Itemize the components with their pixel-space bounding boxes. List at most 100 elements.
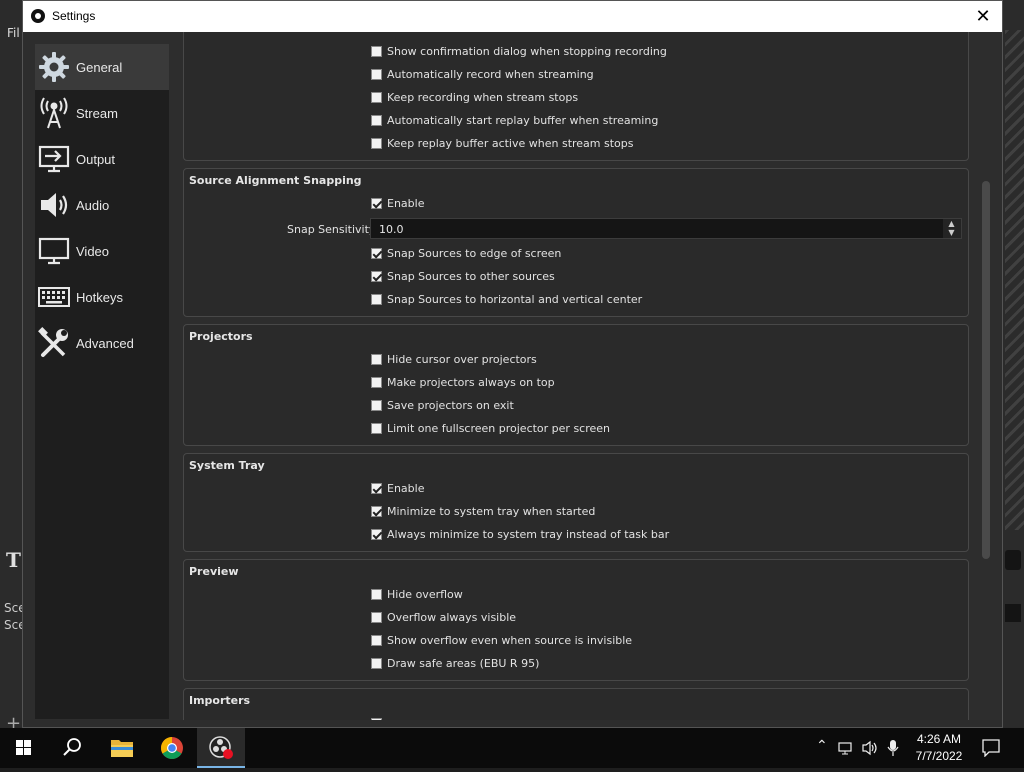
sidebar-item-label: General	[76, 60, 123, 75]
obs-logo-icon	[31, 9, 45, 23]
sidebar-item-output[interactable]: Output	[35, 136, 169, 182]
chrome-button[interactable]	[148, 728, 196, 768]
checkbox-label: Make projectors always on top	[387, 376, 555, 389]
settings-sidebar: General Stream Output Audio Video Hotkey…	[35, 44, 169, 719]
checkbox-label: Snap Sources to horizontal and vertical …	[387, 293, 643, 306]
network-icon[interactable]	[838, 740, 856, 756]
checkbox[interactable]	[371, 271, 382, 282]
sidebar-item-audio[interactable]: Audio	[35, 182, 169, 228]
clock-date: 7/7/2022	[915, 749, 963, 763]
text-tool-glyph: T	[6, 548, 21, 572]
checkbox[interactable]	[371, 377, 382, 388]
sidebar-item-stream[interactable]: Stream	[35, 90, 169, 136]
group-title: Preview	[189, 565, 239, 578]
checkbox-label: Automatically record when streaming	[387, 68, 594, 81]
sidebar-item-label: Video	[76, 244, 110, 259]
checkbox[interactable]	[371, 46, 382, 57]
checkbox[interactable]	[371, 423, 382, 434]
checkbox-label: Show overflow even when source is invisi…	[387, 634, 633, 647]
notifications-icon[interactable]	[982, 739, 1000, 757]
chrome-icon	[161, 737, 183, 759]
taskbar-clock[interactable]: 4:26 AM 7/7/2022	[912, 731, 966, 765]
checkbox-label: Hide overflow	[387, 588, 463, 601]
sidebar-item-label: Audio	[76, 198, 110, 213]
sidebar-item-general[interactable]: General	[35, 44, 169, 90]
sidebar-item-label: Hotkeys	[76, 290, 123, 305]
recording-group: Show confirmation dialog when stopping r…	[183, 32, 969, 161]
file-explorer-icon	[111, 740, 133, 757]
checkbox-label: Always minimize to system tray instead o…	[387, 528, 670, 541]
checkbox[interactable]	[371, 198, 382, 209]
spinbox-value: 10.0	[379, 223, 404, 236]
obs-icon	[209, 736, 233, 759]
sidebar-item-advanced[interactable]: Advanced	[35, 320, 169, 366]
checkbox-label: Overflow always visible	[387, 611, 517, 624]
checkbox[interactable]	[371, 69, 382, 80]
checkbox[interactable]	[371, 400, 382, 411]
checkbox[interactable]	[371, 115, 382, 126]
close-button[interactable]: ✕	[972, 5, 994, 27]
checkbox[interactable]	[371, 294, 382, 305]
clock-time: 4:26 AM	[916, 732, 962, 746]
projectors-group: Projectors Hide cursor over projectors M…	[183, 324, 969, 446]
checkbox-label: Enable	[387, 482, 425, 495]
group-title: Projectors	[189, 330, 253, 343]
checkbox-label: Hide cursor over projectors	[387, 353, 537, 366]
checkbox[interactable]	[371, 354, 382, 365]
snap-sensitivity-spinbox[interactable]: 10.0 ▲ ▼	[370, 218, 962, 239]
taskbar: ⌃ 4:26 AM 7/7/2022	[0, 728, 1024, 768]
sidebar-item-hotkeys[interactable]: Hotkeys	[35, 274, 169, 320]
checkbox-label: Enable	[387, 197, 425, 210]
sidebar-item-video[interactable]: Video	[35, 228, 169, 274]
checkbox[interactable]	[371, 506, 382, 517]
start-button[interactable]	[0, 728, 48, 768]
checkbox[interactable]	[371, 589, 382, 600]
obs-taskbar-button[interactable]	[197, 728, 245, 768]
checkbox-label: Save projectors on exit	[387, 399, 514, 412]
antenna-icon	[40, 97, 68, 129]
checkbox[interactable]	[371, 612, 382, 623]
checkbox-label: Show confirmation dialog when stopping r…	[387, 45, 667, 58]
dialog-titlebar[interactable]: Settings ✕	[23, 1, 1002, 32]
chevron-down-icon[interactable]: ▼	[947, 229, 956, 237]
group-title: System Tray	[189, 459, 265, 472]
output-icon	[38, 145, 70, 173]
chevron-up-icon[interactable]: ⌃	[816, 737, 828, 754]
checkbox[interactable]	[371, 248, 382, 259]
start-icon	[16, 740, 31, 755]
checkbox-label: Keep recording when stream stops	[387, 91, 579, 104]
checkbox-label: Snap Sources to edge of screen	[387, 247, 562, 260]
checkbox-label: Draw safe areas (EBU R 95)	[387, 657, 540, 670]
checkbox-label: Automatically start replay buffer when s…	[387, 114, 659, 127]
spinbox-arrows[interactable]: ▲ ▼	[943, 219, 961, 238]
group-title: Source Alignment Snapping	[189, 174, 362, 187]
settings-content: Show confirmation dialog when stopping r…	[183, 32, 971, 720]
settings-dialog: Settings ✕ General Stream Output Audio V…	[22, 0, 1003, 728]
checkbox-label: Keep replay buffer active when stream st…	[387, 137, 634, 150]
importers-group: Importers	[183, 688, 969, 720]
sidebar-item-label: Output	[76, 152, 116, 167]
snap-sensitivity-label: Snap Sensitivity	[287, 223, 376, 236]
checkbox[interactable]	[371, 718, 382, 720]
checkbox[interactable]	[371, 138, 382, 149]
search-button[interactable]	[48, 728, 96, 768]
checkbox[interactable]	[371, 92, 382, 103]
checkbox-label: Snap Sources to other sources	[387, 270, 555, 283]
checkbox[interactable]	[371, 658, 382, 669]
background-menu-fragment: Fil	[7, 26, 20, 40]
checkbox[interactable]	[371, 529, 382, 540]
content-scrollbar[interactable]	[979, 44, 993, 720]
system-tray-group: System Tray Enable Minimize to system tr…	[183, 453, 969, 552]
background-stripes	[1005, 30, 1024, 530]
scrollbar-thumb[interactable]	[982, 181, 990, 559]
background-app-left-edge: Fil T Sce Sce +	[0, 0, 26, 734]
sidebar-item-label: Advanced	[76, 336, 134, 351]
volume-icon[interactable]	[862, 740, 880, 756]
file-explorer-button[interactable]	[98, 728, 146, 768]
keyboard-icon	[38, 287, 70, 307]
checkbox[interactable]	[371, 483, 382, 494]
microphone-icon[interactable]	[887, 739, 899, 757]
checkbox[interactable]	[371, 635, 382, 646]
chevron-up-icon[interactable]: ▲	[947, 220, 956, 228]
checkbox-label: Limit one fullscreen projector per scree…	[387, 422, 611, 435]
